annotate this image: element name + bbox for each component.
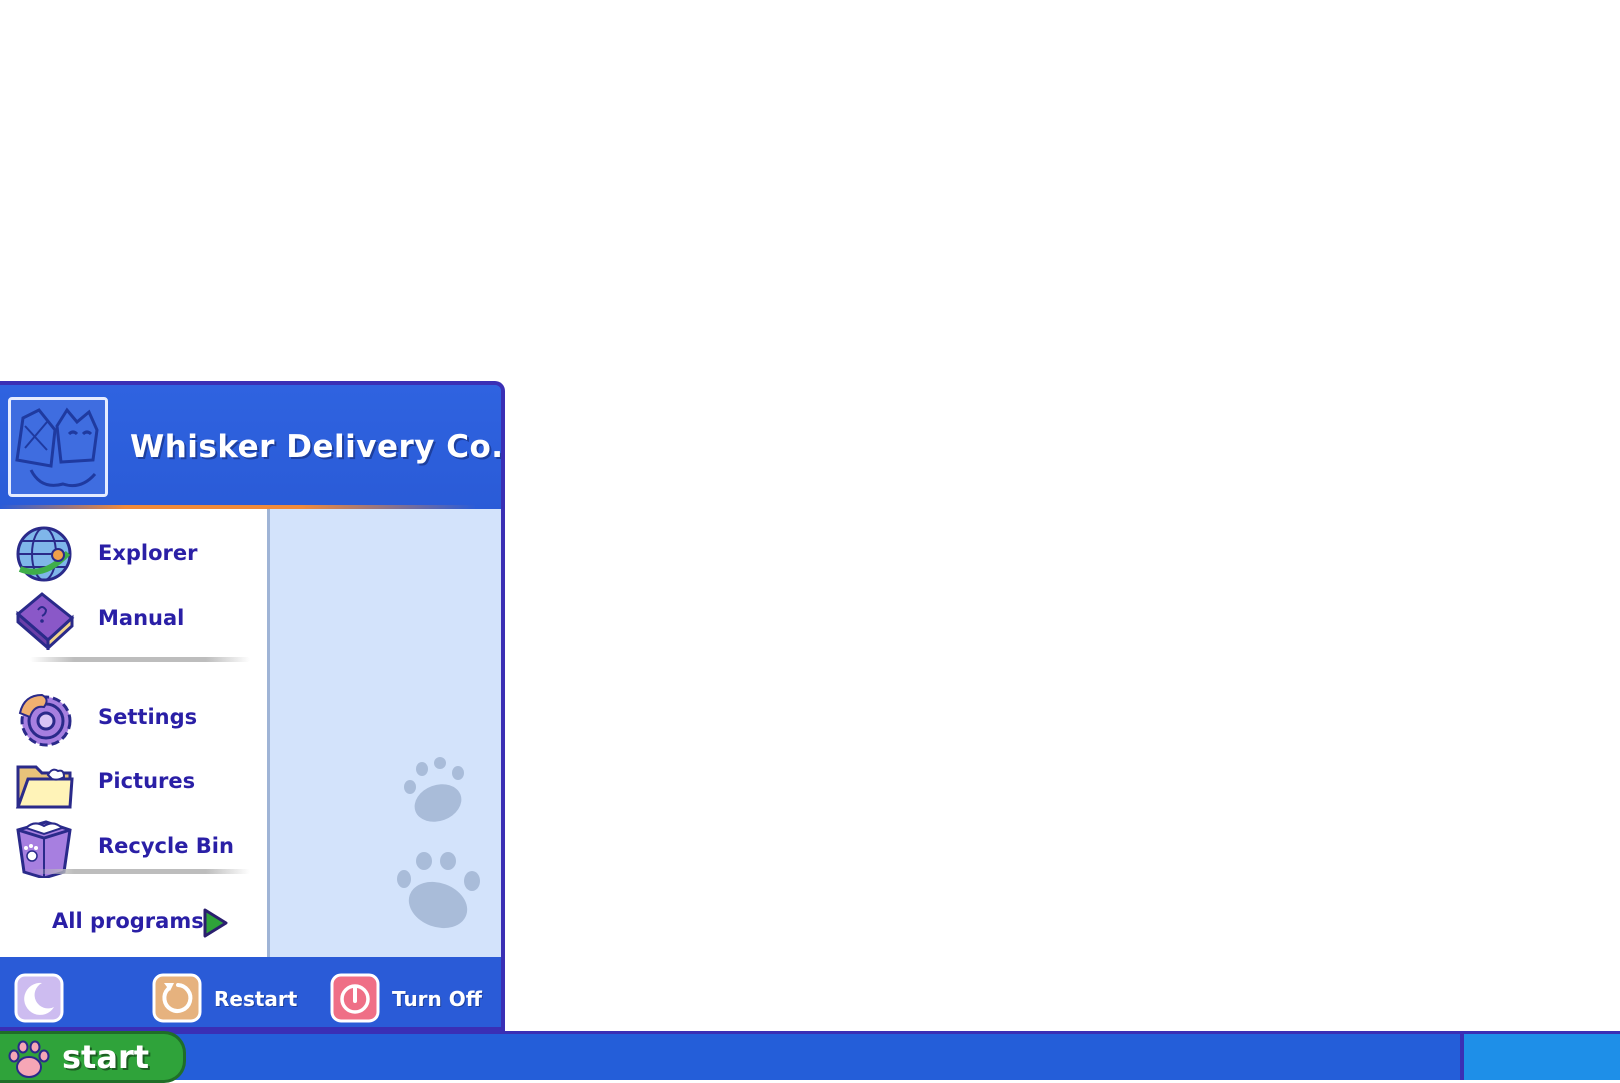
turn-off-label: Turn Off: [392, 987, 482, 1011]
folder-icon: [15, 765, 74, 809]
menu-item-manual[interactable]: Manual: [0, 586, 268, 650]
start-menu-footer: Restart Turn Off: [0, 957, 501, 1027]
book-icon: [15, 592, 75, 650]
menu-item-label: Manual: [98, 606, 185, 630]
menu-item-label: Pictures: [98, 769, 196, 793]
restart-button[interactable]: Restart: [152, 973, 312, 1025]
turn-off-button[interactable]: Turn Off: [330, 973, 490, 1025]
paw-icon: [8, 1040, 50, 1078]
moon-icon: [14, 973, 64, 1023]
cat-avatar-icon: [11, 400, 105, 494]
play-arrow-icon: [203, 908, 228, 938]
separator: [30, 869, 250, 874]
pinned-programs-pane: Explorer Manual Settings Pictures Recycl…: [0, 509, 270, 957]
start-label: start: [62, 1038, 150, 1076]
sleep-button[interactable]: [14, 973, 66, 1025]
menu-item-settings[interactable]: Settings: [0, 685, 268, 747]
globe-icon: [16, 526, 72, 582]
menu-item-label: Settings: [98, 705, 198, 729]
taskbar: start: [0, 1031, 1620, 1083]
start-button[interactable]: start: [0, 1031, 186, 1083]
gear-icon: [18, 693, 72, 747]
power-icon: [330, 973, 380, 1023]
menu-item-explorer[interactable]: Explorer: [0, 521, 268, 583]
paw-print-icon: [397, 852, 480, 929]
restart-icon: [152, 973, 202, 1023]
start-menu: Whisker Delivery Co. Explorer Manual Set…: [0, 381, 505, 1031]
menu-item-pictures[interactable]: Pictures: [0, 749, 268, 811]
places-pane: [270, 509, 501, 957]
restart-label: Restart: [214, 987, 298, 1011]
paw-print-icon: [404, 757, 464, 822]
avatar[interactable]: [8, 397, 108, 497]
menu-item-label: Explorer: [98, 541, 198, 565]
all-programs-label: All programs: [52, 909, 204, 933]
start-menu-header: Whisker Delivery Co.: [0, 385, 501, 509]
system-tray[interactable]: [1460, 1034, 1620, 1080]
separator: [30, 657, 250, 662]
menu-item-recycle-bin[interactable]: Recycle Bin: [0, 814, 268, 878]
user-name: Whisker Delivery Co.: [130, 429, 504, 465]
menu-item-label: Recycle Bin: [98, 834, 234, 858]
